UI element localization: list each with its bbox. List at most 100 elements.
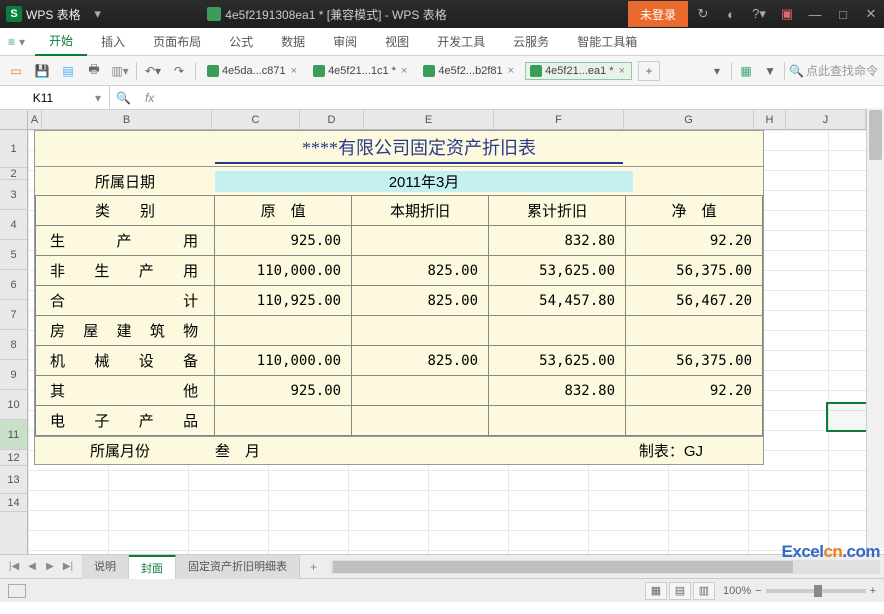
report-title[interactable]: ****有限公司固定资产折旧表 — [215, 131, 623, 164]
row-header-4[interactable]: 4 — [0, 210, 27, 240]
close-icon[interactable]: ✕ — [858, 1, 884, 27]
cell[interactable]: 电子产品 — [36, 406, 215, 436]
doc-tab-1[interactable]: 4e5f21...1c1 *× — [308, 62, 414, 80]
add-tab-icon[interactable]: + — [638, 61, 660, 81]
cell[interactable] — [352, 316, 489, 346]
ribbon-tab-7[interactable]: 开发工具 — [423, 28, 499, 56]
cell[interactable]: 非生产用 — [36, 256, 215, 286]
tab-list-icon[interactable]: ▾ — [707, 61, 727, 81]
row-header-13[interactable]: 13 — [0, 466, 27, 494]
period-label[interactable]: 所属日期 — [35, 171, 215, 192]
name-box-dropdown-icon[interactable]: ▾ — [95, 91, 101, 105]
ribbon-tab-4[interactable]: 数据 — [267, 28, 319, 56]
sheet-last-icon[interactable]: ▶| — [60, 559, 76, 575]
table-header-1[interactable]: 原 值 — [215, 196, 352, 226]
horizontal-scroll-thumb[interactable] — [333, 561, 793, 573]
row-header-1[interactable]: 1 — [0, 130, 27, 168]
page-view-icon[interactable]: ▤ — [669, 582, 691, 600]
help-icon[interactable]: ?▾ — [746, 1, 772, 27]
cell[interactable]: 825.00 — [352, 286, 489, 316]
table-header-4[interactable]: 净 值 — [626, 196, 763, 226]
zoom-slider[interactable] — [766, 589, 866, 593]
sheet-tab-2[interactable]: 固定资产折旧明细表 — [176, 555, 300, 579]
table-header-2[interactable]: 本期折旧 — [352, 196, 489, 226]
cell[interactable]: 机械设备 — [36, 346, 215, 376]
cell[interactable] — [489, 406, 626, 436]
select-all-corner[interactable] — [0, 110, 28, 130]
ribbon-tab-3[interactable]: 公式 — [215, 28, 267, 56]
app-menu-dropdown-icon[interactable]: ▾ — [85, 1, 111, 27]
row-header-8[interactable]: 8 — [0, 330, 27, 360]
normal-view-icon[interactable]: ▦ — [645, 582, 667, 600]
cell[interactable]: 56,375.00 — [626, 256, 763, 286]
grid[interactable]: ****有限公司固定资产折旧表 所属日期 2011年3月 类 别原 值本期折旧累… — [28, 130, 884, 554]
zoom-value[interactable]: 100% — [723, 585, 751, 597]
col-header-A[interactable]: A — [28, 110, 42, 129]
cell[interactable]: 房屋建筑物 — [36, 316, 215, 346]
row-header-2[interactable]: 2 — [0, 168, 27, 180]
sync-icon[interactable]: ↻ — [690, 1, 716, 27]
print-icon[interactable]: 🖶 — [84, 61, 104, 81]
col-header-F[interactable]: F — [494, 110, 624, 129]
formula-input[interactable] — [162, 91, 884, 105]
zoom-out-icon[interactable]: − — [755, 585, 761, 597]
cell[interactable]: 825.00 — [352, 256, 489, 286]
cell[interactable]: 825.00 — [352, 346, 489, 376]
table-header-0[interactable]: 类 别 — [36, 196, 215, 226]
ribbon-tab-1[interactable]: 插入 — [87, 28, 139, 56]
table-header-3[interactable]: 累计折旧 — [489, 196, 626, 226]
sheet-prev-icon[interactable]: ◀ — [24, 559, 40, 575]
ribbon-tab-8[interactable]: 云服务 — [499, 28, 563, 56]
cell[interactable]: 56,467.20 — [626, 286, 763, 316]
cell[interactable]: 其他 — [36, 376, 215, 406]
col-header-H[interactable]: H — [754, 110, 786, 129]
cell[interactable]: 110,925.00 — [215, 286, 352, 316]
name-box[interactable]: ▾ — [0, 86, 110, 110]
cell[interactable]: 110,000.00 — [215, 256, 352, 286]
ribbon-tab-2[interactable]: 页面布局 — [139, 28, 215, 56]
col-header-G[interactable]: G — [624, 110, 754, 129]
ribbon-tab-6[interactable]: 视图 — [371, 28, 423, 56]
redo-icon[interactable]: ↷ — [169, 61, 189, 81]
row-header-6[interactable]: 6 — [0, 270, 27, 300]
row-header-3[interactable]: 3 — [0, 180, 27, 210]
doc-tab-close-icon[interactable]: × — [399, 65, 409, 77]
cell[interactable]: 925.00 — [215, 226, 352, 256]
horizontal-scrollbar[interactable] — [331, 560, 880, 574]
zoom-in-icon[interactable]: + — [870, 585, 876, 597]
cell[interactable]: 53,625.00 — [489, 256, 626, 286]
footer-author[interactable]: 制表：GJ — [639, 440, 763, 461]
tool-icon-1[interactable]: ▦ — [736, 61, 756, 81]
row-header-11[interactable]: 11 — [0, 420, 27, 450]
doc-tab-3[interactable]: 4e5f21...ea1 *× — [525, 62, 632, 80]
cell[interactable]: 54,457.80 — [489, 286, 626, 316]
ribbon-tab-9[interactable]: 智能工具箱 — [563, 28, 651, 56]
doc-tab-0[interactable]: 4e5da...c871× — [202, 62, 304, 80]
cell[interactable]: 832.80 — [489, 376, 626, 406]
ribbon-toggle-icon[interactable]: ▣ — [774, 1, 800, 27]
row-header-10[interactable]: 10 — [0, 390, 27, 420]
row-header-14[interactable]: 14 — [0, 494, 27, 512]
cell[interactable] — [215, 406, 352, 436]
footer-month-label[interactable]: 所属月份 — [35, 440, 205, 461]
cell[interactable] — [215, 316, 352, 346]
cell[interactable]: 56,375.00 — [626, 346, 763, 376]
sheet-tab-1[interactable]: 封面 — [129, 555, 176, 579]
formula-search-icon[interactable]: 🔍 — [110, 91, 137, 105]
new-icon[interactable]: ▭ — [6, 61, 26, 81]
row-header-9[interactable]: 9 — [0, 360, 27, 390]
zoom-thumb[interactable] — [814, 585, 822, 597]
cell[interactable]: 合计 — [36, 286, 215, 316]
sheet-next-icon[interactable]: ▶ — [42, 559, 58, 575]
cell[interactable] — [352, 376, 489, 406]
vertical-scrollbar[interactable] — [866, 108, 884, 548]
cell-reference-input[interactable] — [8, 91, 78, 105]
maximize-icon[interactable]: □ — [830, 1, 856, 27]
menu-icon[interactable]: ≡ — [8, 35, 15, 49]
ribbon-tab-5[interactable]: 审阅 — [319, 28, 371, 56]
cell[interactable]: 92.20 — [626, 226, 763, 256]
tool-icon-2[interactable]: ▼ — [760, 61, 780, 81]
add-sheet-icon[interactable]: + — [300, 560, 327, 574]
cell[interactable]: 925.00 — [215, 376, 352, 406]
skin-icon[interactable]: ◐ — [718, 1, 744, 27]
